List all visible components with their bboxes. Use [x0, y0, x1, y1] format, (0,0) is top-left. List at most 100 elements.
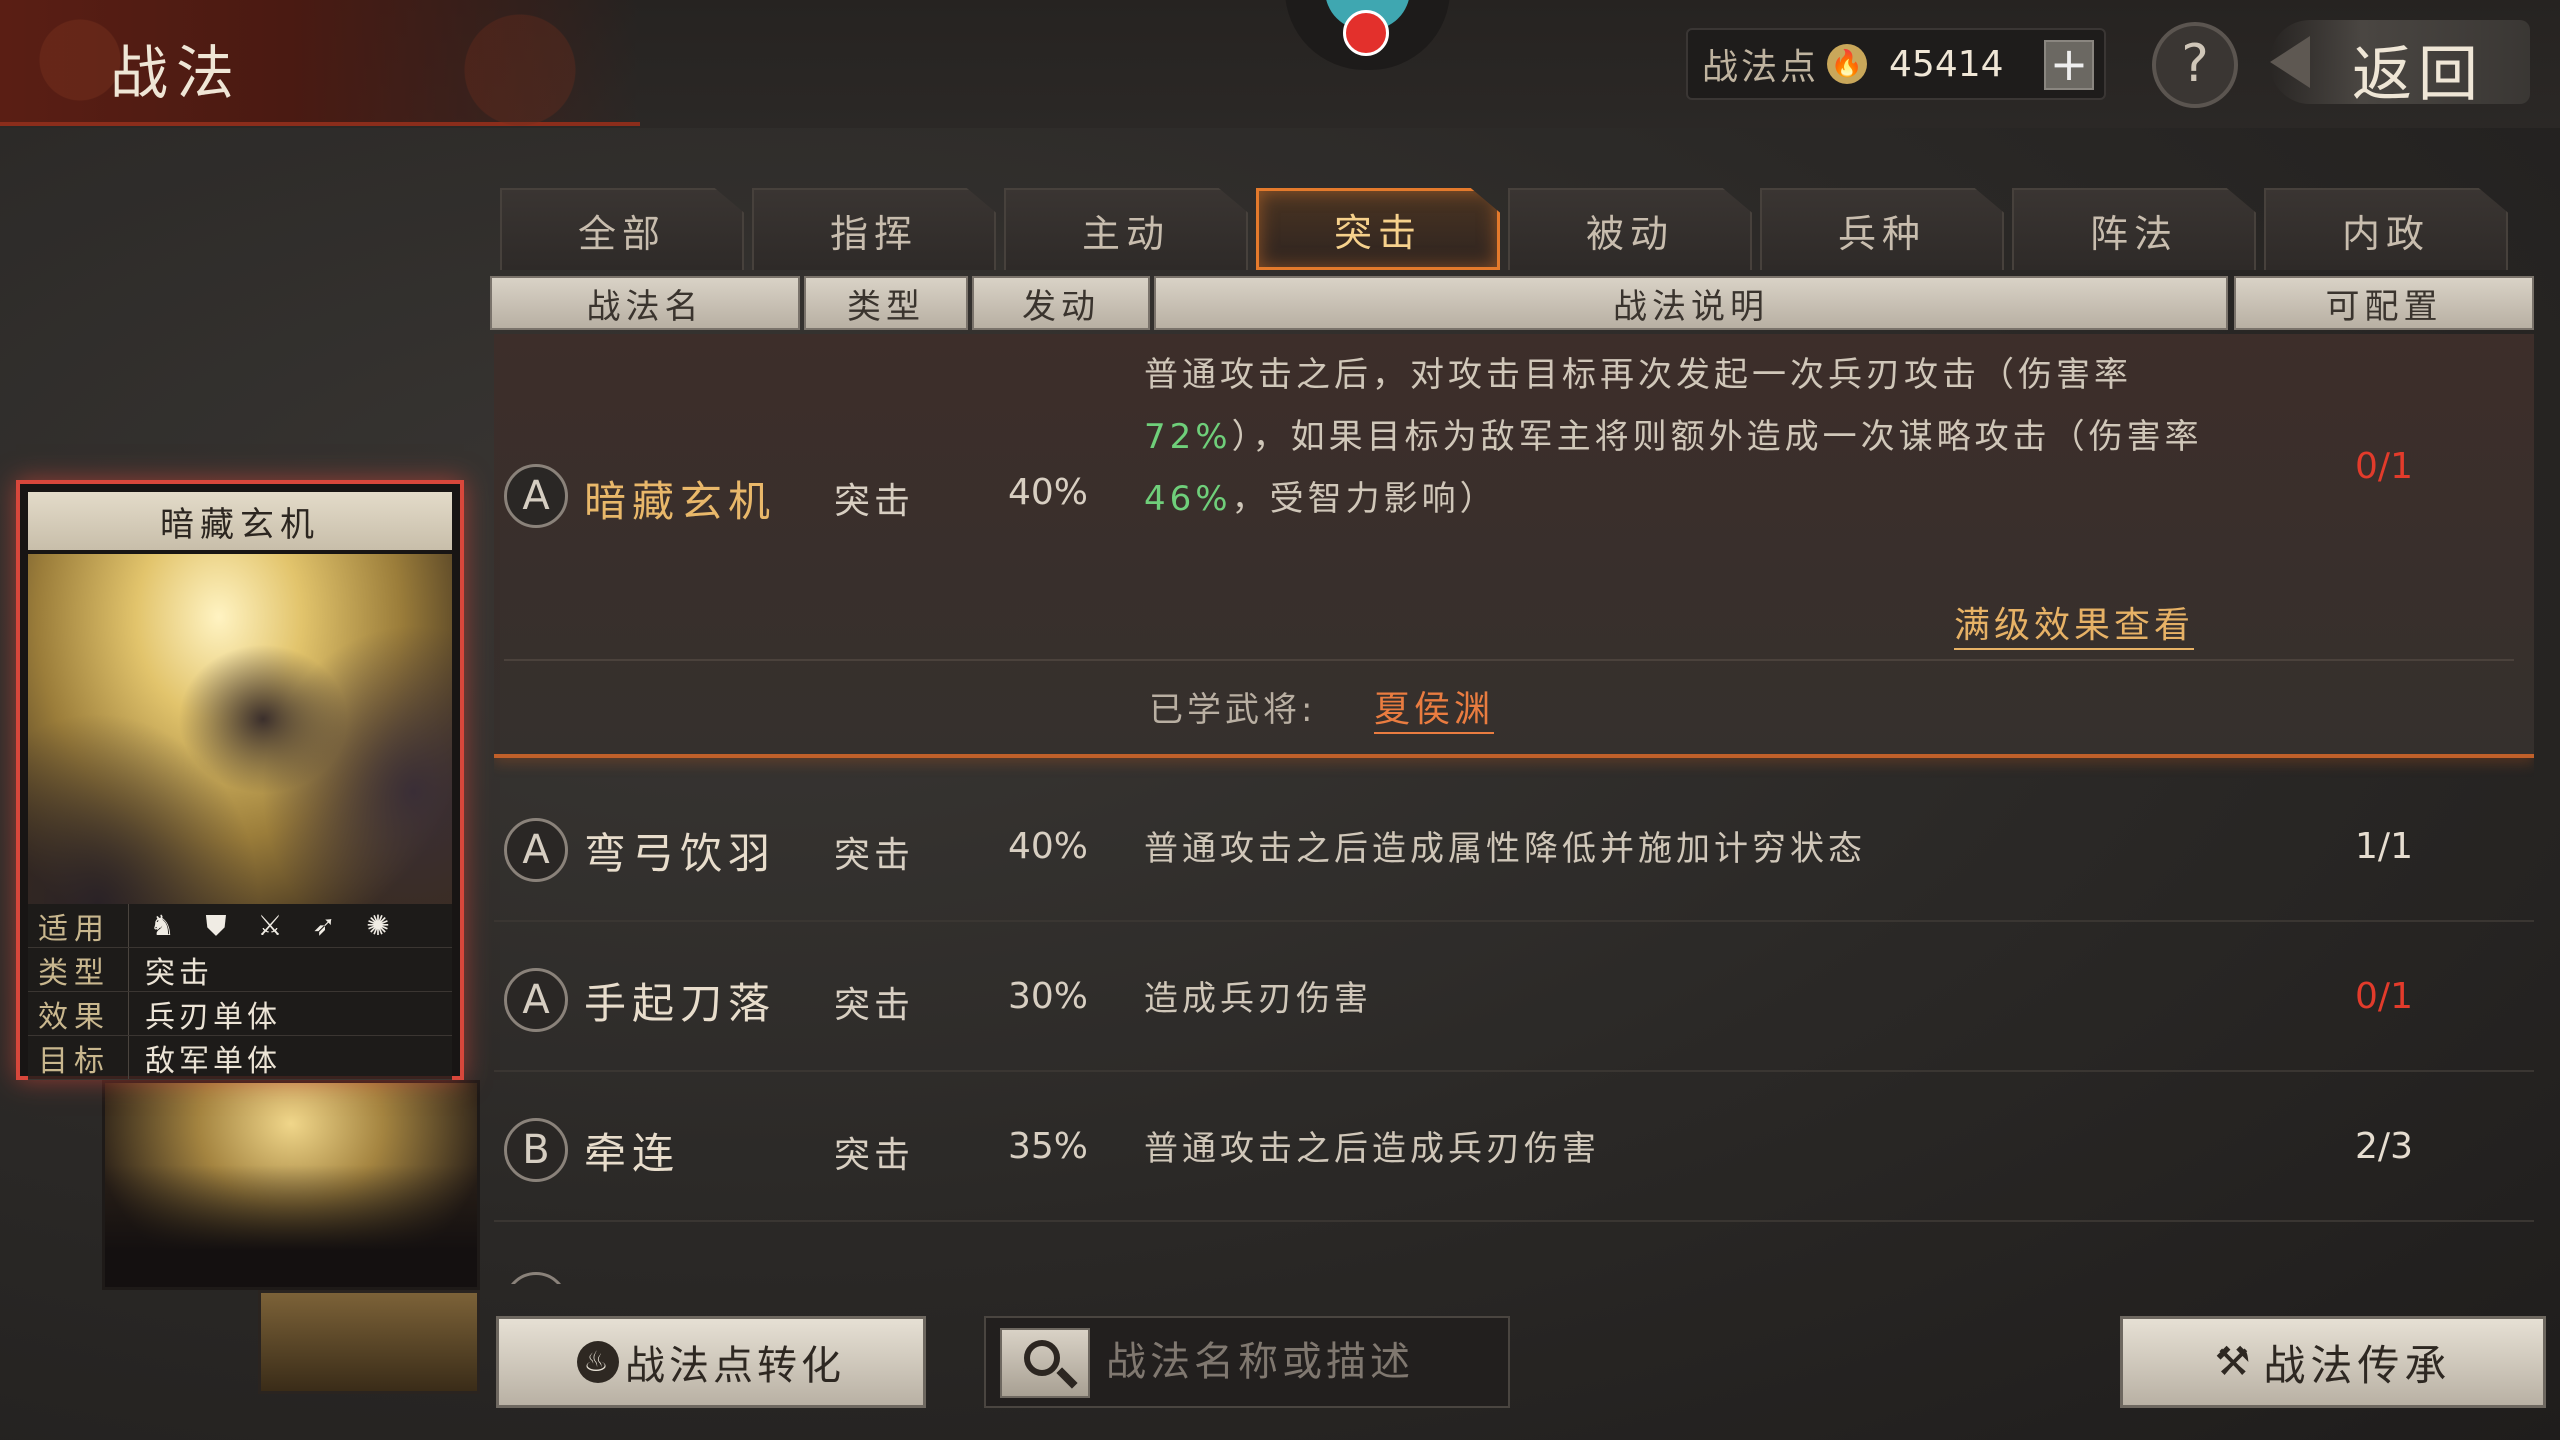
- grade-badge: [504, 1272, 568, 1284]
- troop-icons: ♞ ⛊ ⚔ ➶ ✺: [128, 904, 395, 947]
- skill-description: 普通攻击之后，对攻击目标再次发起一次兵刃攻击（伤害率 72%），如果目标为敌军主将…: [1144, 344, 2224, 530]
- tab-passive[interactable]: 被动: [1508, 188, 1752, 270]
- skill-row-partial[interactable]: [494, 1264, 2534, 1284]
- skill-list[interactable]: A 暗藏玄机 突击 40% 普通攻击之后，对攻击目标再次发起一次兵刃攻击（伤害率…: [494, 334, 2534, 1284]
- flame-icon: ♨: [577, 1341, 619, 1383]
- tab-internal[interactable]: 内政: [2264, 188, 2508, 270]
- inherit-skill-label: 战法传承: [2263, 1340, 2452, 1390]
- info-row-applicable: 适用 ♞ ⛊ ⚔ ➶ ✺: [28, 904, 452, 948]
- skill-name: 弯弓饮羽: [584, 829, 777, 878]
- skill-config-count: 1/1: [2355, 826, 2413, 867]
- damage-rate-value: 72%: [1144, 417, 1232, 457]
- skill-points-display: 战法点 🔥 45414 +: [1686, 28, 2106, 100]
- grade-badge: A: [504, 464, 568, 528]
- title-plate: 战法: [0, 0, 640, 126]
- desc-text: ），如果目标为敌军主将则额外造成一次谋略攻击（伤害率: [1231, 417, 2203, 457]
- info-key: 目标: [38, 1043, 110, 1079]
- card-art-silhouette: [105, 1164, 477, 1287]
- hammer-icon: ⚒: [2214, 1339, 2256, 1385]
- flame-icon: 🔥: [1827, 44, 1868, 84]
- convert-points-button[interactable]: ♨ 战法点转化: [496, 1316, 926, 1408]
- info-row-type: 类型 突击: [28, 948, 452, 992]
- skill-card-art: [28, 554, 452, 904]
- skill-rate: 30%: [1008, 976, 1089, 1017]
- skill-config-count: 0/1: [2355, 976, 2413, 1017]
- skill-config-count: 0/1: [2355, 446, 2413, 487]
- skill-card-info: 适用 ♞ ⛊ ⚔ ➶ ✺ 类型 突击 效果 兵刃单体 目标 敌军单体: [28, 904, 452, 1080]
- tab-active[interactable]: 主动: [1004, 188, 1248, 270]
- tab-formation[interactable]: 阵法: [2012, 188, 2256, 270]
- search-handle: [1056, 1367, 1078, 1389]
- info-value: 兵刃单体: [128, 992, 281, 1035]
- shield-icon: ⛊: [205, 908, 227, 942]
- grade-badge: A: [504, 818, 568, 882]
- tab-troop[interactable]: 兵种: [1760, 188, 2004, 270]
- skill-description: 造成兵刃伤害: [1144, 979, 1372, 1019]
- column-header-conf[interactable]: 可配置: [2234, 276, 2534, 330]
- column-header-rate[interactable]: 发动: [972, 276, 1150, 330]
- skill-type: 突击: [834, 835, 915, 876]
- column-header-desc: 战法说明: [1154, 276, 2228, 330]
- info-value: 敌军单体: [128, 1036, 281, 1079]
- skill-name: 暗藏玄机: [584, 477, 777, 526]
- skill-row[interactable]: B 牵连 突击 35% 普通攻击之后造成兵刃伤害 2/3: [494, 1078, 2534, 1222]
- skill-row[interactable]: A 弯弓饮羽 突击 40% 普通攻击之后造成属性降低并施加计穷状态 1/1: [494, 778, 2534, 922]
- desc-text: ，受智力影响）: [1231, 479, 1498, 519]
- full-level-effect-link[interactable]: 满级效果查看: [1954, 596, 2195, 650]
- info-row-effect: 效果 兵刃单体: [28, 992, 452, 1036]
- add-points-button[interactable]: +: [2044, 40, 2094, 90]
- convert-points-label: 战法点转化: [625, 1343, 845, 1389]
- art-rider: [178, 644, 348, 794]
- search-box[interactable]: [984, 1316, 1510, 1408]
- tab-all[interactable]: 全部: [500, 188, 744, 270]
- skill-config-count: 2/3: [2355, 1126, 2413, 1167]
- inherit-skill-button[interactable]: ⚒ 战法传承: [2120, 1316, 2546, 1408]
- grade-badge: B: [504, 1118, 568, 1182]
- top-bar: 战法 战法点 🔥 45414 + ? 返回: [0, 0, 2560, 128]
- info-value: 突击: [128, 948, 213, 991]
- skill-name: 牵连: [584, 1129, 681, 1178]
- card-stack-back[interactable]: [102, 1080, 480, 1290]
- skill-type: 突击: [834, 1135, 915, 1176]
- skill-type: 突击: [834, 481, 915, 522]
- skill-points-value: 45414: [1889, 43, 2004, 85]
- back-arrow-icon: [2270, 36, 2310, 88]
- bow-icon: ➶: [312, 908, 336, 942]
- skill-rate: 40%: [1008, 472, 1089, 513]
- tab-assault[interactable]: 突击: [1256, 188, 1500, 270]
- skill-rate: 35%: [1008, 1126, 1089, 1167]
- skill-rate: 40%: [1008, 826, 1089, 867]
- skill-name: 手起刀落: [584, 979, 777, 1028]
- skill-description: 普通攻击之后造成属性降低并施加计穷状态: [1144, 829, 1866, 869]
- skill-card[interactable]: 暗藏玄机 适用 ♞ ⛊ ⚔ ➶ ✺ 类型 突击 效果 兵刃单体 目标 敌军单体: [16, 480, 464, 1080]
- info-key: 效果: [38, 999, 110, 1035]
- search-icon[interactable]: [1000, 1328, 1090, 1398]
- info-key: 适用: [38, 911, 110, 947]
- category-tabs: 全部 指挥 主动 突击 被动 兵种 阵法 内政: [500, 188, 2520, 270]
- info-row-target: 目标 敌军单体: [28, 1036, 452, 1080]
- skill-row[interactable]: A 手起刀落 突击 30% 造成兵刃伤害 0/1: [494, 928, 2534, 1072]
- skill-points-label: 战法点: [1702, 47, 1820, 88]
- skill-description: 普通攻击之后造成兵刃伤害: [1144, 1129, 1600, 1169]
- column-header-name[interactable]: 战法名: [490, 276, 800, 330]
- damage-rate-value: 46%: [1144, 479, 1232, 519]
- page-title: 战法: [110, 39, 243, 107]
- grade-badge: A: [504, 968, 568, 1032]
- skill-type: 突击: [834, 985, 915, 1026]
- card-stack-back[interactable]: [258, 1290, 480, 1394]
- column-header-type[interactable]: 类型: [804, 276, 968, 330]
- wheel-icon: ✺: [366, 908, 390, 942]
- help-button[interactable]: ?: [2152, 22, 2238, 108]
- search-input[interactable]: [1106, 1332, 1496, 1392]
- tab-command[interactable]: 指挥: [752, 188, 996, 270]
- cavalry-icon: ♞: [149, 908, 175, 942]
- crossed-swords-icon: ⚔: [257, 908, 283, 942]
- desc-text: 普通攻击之后，对攻击目标再次发起一次兵刃攻击（伤害率: [1144, 355, 2132, 395]
- skill-row-expanded[interactable]: A 暗藏玄机 突击 40% 普通攻击之后，对攻击目标再次发起一次兵刃攻击（伤害率…: [494, 334, 2534, 758]
- notification-dot: [1343, 10, 1389, 56]
- learned-general-link[interactable]: 夏侯渊: [1374, 680, 1495, 734]
- learned-generals-label: 已学武将:: [1149, 690, 1317, 730]
- mascot-icon[interactable]: [1285, 0, 1450, 70]
- skill-card-title: 暗藏玄机: [28, 492, 452, 550]
- back-button[interactable]: 返回: [2270, 20, 2530, 110]
